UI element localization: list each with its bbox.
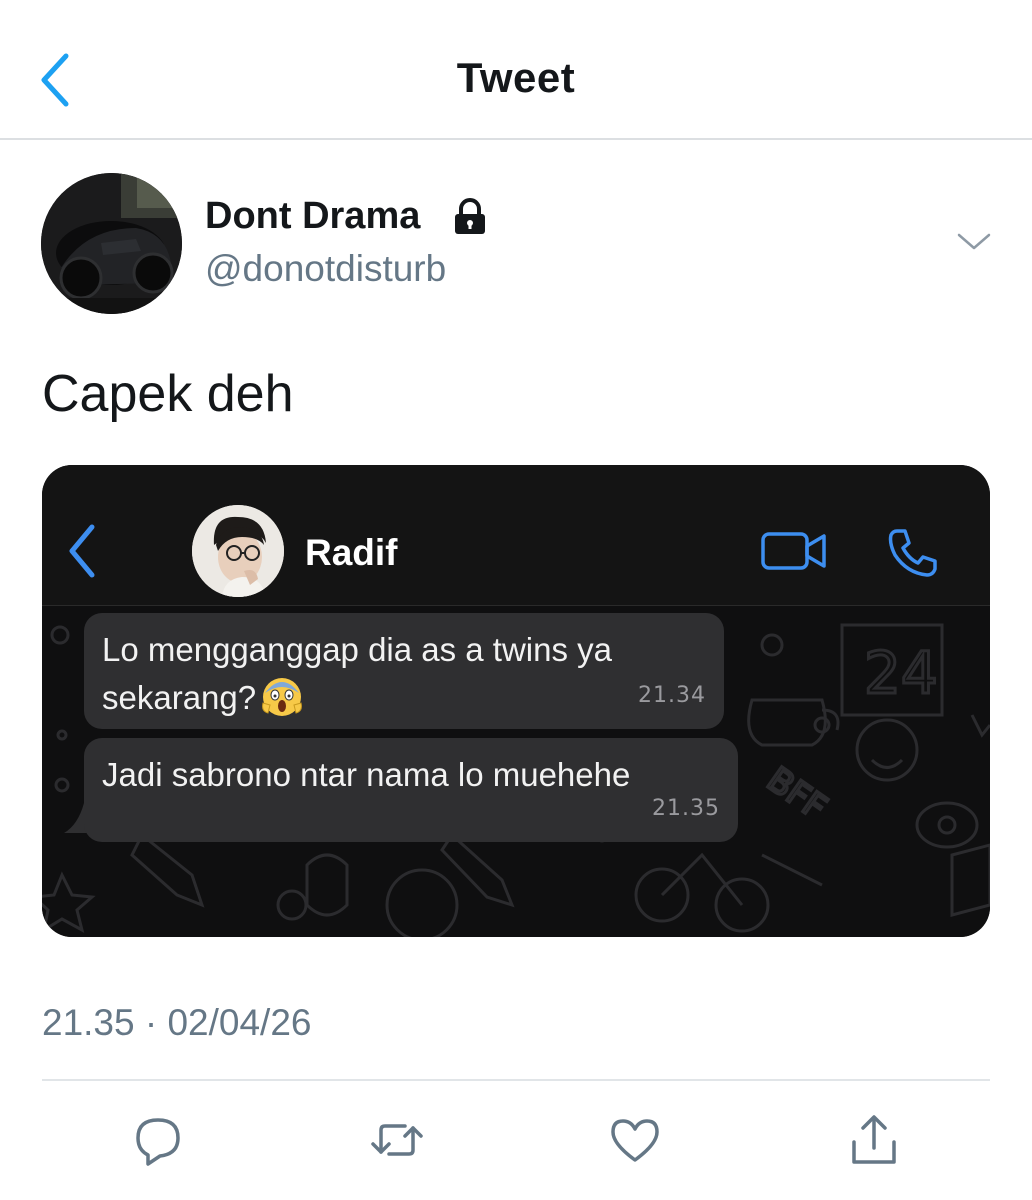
chat-message-received: Lo mengganggap dia as a twins ya sekaran… xyxy=(84,613,724,729)
message-time: 21.34 xyxy=(638,683,706,708)
chevron-down-icon[interactable] xyxy=(955,226,993,256)
screaming-face-emoji-icon xyxy=(262,678,303,716)
share-button[interactable] xyxy=(846,1112,902,1168)
message-text: Lo mengganggap dia as a twins ya xyxy=(102,631,613,668)
video-camera-icon xyxy=(761,532,826,570)
like-button[interactable] xyxy=(607,1112,663,1168)
like-icon xyxy=(611,1119,659,1162)
top-nav-bar: Tweet xyxy=(0,0,1032,140)
svg-text:24: 24 xyxy=(864,639,938,707)
divider xyxy=(42,1079,990,1081)
page-title: Tweet xyxy=(456,54,576,101)
lock-icon xyxy=(455,198,485,234)
author-display-name[interactable]: Dont Drama xyxy=(205,195,420,238)
author-avatar[interactable] xyxy=(41,173,182,314)
tweet-text: Capek deh xyxy=(42,365,294,423)
phone-icon xyxy=(888,529,937,577)
message-text: Jadi sabrono ntar nama lo muehehe xyxy=(102,756,631,793)
reply-button[interactable] xyxy=(130,1112,186,1168)
chat-message-received: Jadi sabrono ntar nama lo muehehe 21.35 xyxy=(84,738,738,842)
tweet-timestamp: 21.35 · 02/04/26 xyxy=(42,1002,312,1043)
chat-contact-name: Radif xyxy=(305,532,398,573)
reply-icon xyxy=(136,1118,180,1166)
retweet-icon xyxy=(371,1124,423,1156)
chat-header: Radif xyxy=(42,465,990,606)
tweet-media-image[interactable]: 24 BFF Radif Lo mengganggap dia as a twi… xyxy=(42,465,990,937)
share-icon xyxy=(852,1115,896,1164)
retweet-button[interactable] xyxy=(369,1112,425,1168)
author-handle: @donotdisturb xyxy=(205,248,447,289)
chat-contact-avatar xyxy=(192,505,284,597)
chevron-left-icon xyxy=(69,524,95,578)
message-time: 21.35 xyxy=(652,796,720,821)
message-text-line2: sekarang? xyxy=(102,673,706,721)
